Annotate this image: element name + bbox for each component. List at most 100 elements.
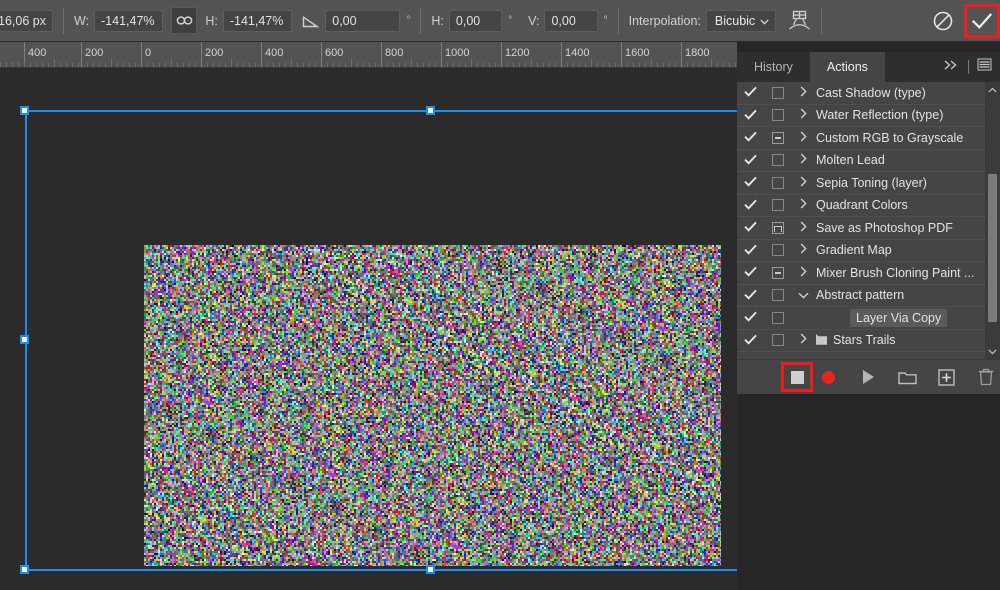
modal-dialog-toggle[interactable] — [764, 154, 791, 167]
ruler-minor-tick — [543, 63, 544, 67]
action-row[interactable]: Stars Trails — [737, 330, 1000, 352]
modal-dialog-toggle[interactable] — [764, 289, 791, 302]
transform-handle-bottom-center[interactable] — [426, 565, 435, 574]
canvas-area[interactable] — [0, 68, 738, 590]
transform-handle-top-left[interactable] — [20, 106, 29, 115]
stop-recording-icon[interactable] — [784, 363, 810, 391]
action-row[interactable]: Quadrant Colors — [737, 195, 1000, 217]
check-icon — [744, 334, 757, 347]
action-toggle-checkbox[interactable] — [737, 221, 764, 234]
ruler-minor-tick — [477, 63, 478, 67]
chevron-up-icon[interactable] — [985, 82, 1000, 97]
action-expander[interactable] — [791, 266, 816, 280]
scrollbar-thumb[interactable] — [988, 174, 997, 322]
action-toggle-checkbox[interactable] — [737, 176, 764, 189]
skew-v-input[interactable]: 0,00 — [544, 9, 598, 32]
angle-input[interactable]: 0,00 — [325, 9, 401, 32]
height-input[interactable]: -141,47% — [222, 9, 293, 32]
ruler-minor-tick — [429, 63, 430, 67]
cancel-transform-icon[interactable] — [928, 6, 958, 36]
action-toggle-checkbox[interactable] — [737, 289, 764, 302]
tab-actions-label: Actions — [826, 60, 868, 74]
ruler-minor-tick — [459, 63, 460, 67]
ruler-minor-tick — [123, 63, 124, 67]
action-expander[interactable] — [791, 153, 816, 167]
action-toggle-checkbox[interactable] — [737, 334, 764, 347]
transform-handle-top-center[interactable] — [426, 106, 435, 115]
horizontal-ruler[interactable]: 400 200 0 200 400 600 800 1000 1200 1400 1600 1800 — [0, 42, 738, 68]
actions-scrollbar[interactable] — [985, 82, 1000, 359]
action-row[interactable]: Abstract pattern — [737, 285, 1000, 307]
action-row[interactable]: Water Reflection (type) — [737, 105, 1000, 127]
ruler-major-tick — [501, 42, 502, 67]
action-expander[interactable] — [791, 108, 816, 122]
new-set-folder-icon[interactable] — [894, 363, 921, 391]
transform-handle-middle-left[interactable] — [20, 335, 29, 344]
link-icon[interactable] — [171, 7, 198, 34]
action-row[interactable]: Gradient Map — [737, 240, 1000, 262]
action-row[interactable]: Sepia Toning (layer) — [737, 172, 1000, 195]
action-row[interactable]: Cast Shadow (type) — [737, 82, 1000, 105]
action-toggle-checkbox[interactable] — [737, 244, 764, 257]
action-name: Custom RGB to Grayscale — [816, 130, 964, 145]
commit-transform-icon[interactable] — [967, 6, 997, 36]
modal-dialog-toggle[interactable] — [764, 334, 791, 347]
skew-h-input[interactable]: 0,00 — [448, 9, 503, 32]
ruler-minor-tick — [72, 63, 73, 67]
ruler-tick-label: 200 — [205, 47, 224, 59]
action-expander[interactable] — [791, 131, 816, 145]
ruler-minor-tick — [735, 63, 736, 67]
chevron-down-icon[interactable] — [985, 344, 1000, 359]
action-row[interactable]: Save as Photoshop PDF — [737, 217, 1000, 240]
modal-dialog-toggle[interactable] — [764, 244, 791, 257]
action-expander[interactable] — [791, 333, 816, 347]
action-expander[interactable] — [791, 176, 816, 190]
reference-point-px-field[interactable]: 16,06 px — [0, 9, 53, 32]
modal-dialog-toggle[interactable] — [764, 131, 791, 144]
action-toggle-checkbox[interactable] — [737, 311, 764, 324]
modal-dialog-toggle[interactable] — [764, 86, 791, 99]
action-expander[interactable] — [791, 288, 816, 302]
rgb-noise-layer[interactable] — [144, 245, 721, 566]
action-toggle-checkbox[interactable] — [737, 154, 764, 167]
transform-handle-bottom-left[interactable] — [20, 565, 29, 574]
transform-box-top-edge[interactable] — [25, 110, 738, 112]
action-row[interactable]: Custom RGB to Grayscale — [737, 127, 1000, 150]
play-selection-icon[interactable] — [854, 363, 881, 391]
action-toggle-checkbox[interactable] — [737, 109, 764, 122]
action-expander[interactable] — [791, 86, 816, 100]
modal-dialog-toggle[interactable] — [764, 109, 791, 122]
modal-dialog-toggle[interactable] — [764, 221, 791, 234]
transform-box-bottom-edge[interactable] — [25, 569, 738, 571]
modal-dialog-toggle[interactable] — [764, 311, 791, 324]
interpolation-select[interactable]: Bicubic — [705, 9, 777, 32]
action-toggle-checkbox[interactable] — [737, 199, 764, 212]
action-row[interactable]: Molten Lead — [737, 150, 1000, 172]
action-toggle-checkbox[interactable] — [737, 86, 764, 99]
action-row[interactable]: Layer Via Copy — [737, 307, 1000, 330]
warp-mode-icon[interactable] — [788, 10, 811, 31]
action-expander[interactable] — [791, 221, 816, 235]
action-row[interactable]: Mixer Brush Cloning Paint ... — [737, 262, 1000, 285]
panel-menu-icon[interactable] — [977, 58, 992, 76]
delete-trash-icon[interactable] — [973, 363, 1000, 391]
width-input[interactable]: -141,47% — [94, 9, 164, 32]
action-expander[interactable] — [791, 198, 816, 212]
modal-dialog-toggle[interactable] — [764, 266, 791, 279]
ruler-minor-tick — [177, 63, 178, 67]
new-action-icon[interactable] — [933, 363, 960, 391]
action-toggle-checkbox[interactable] — [737, 131, 764, 144]
action-toggle-checkbox[interactable] — [737, 266, 764, 279]
modal-dialog-toggle[interactable] — [764, 199, 791, 212]
panel-tab-tools — [943, 52, 1000, 82]
tab-history[interactable]: History — [737, 52, 810, 82]
actions-list[interactable]: Cast Shadow (type) Water Reflection (type… — [737, 82, 1000, 359]
modal-dialog-toggle[interactable] — [764, 176, 791, 189]
record-icon[interactable] — [815, 363, 842, 391]
check-icon — [744, 244, 757, 257]
ruler-minor-tick — [537, 63, 538, 67]
tab-actions[interactable]: Actions — [809, 52, 885, 82]
ruler-minor-tick — [111, 59, 112, 67]
action-expander[interactable] — [791, 243, 816, 257]
double-chevron-right-icon[interactable] — [943, 58, 960, 76]
